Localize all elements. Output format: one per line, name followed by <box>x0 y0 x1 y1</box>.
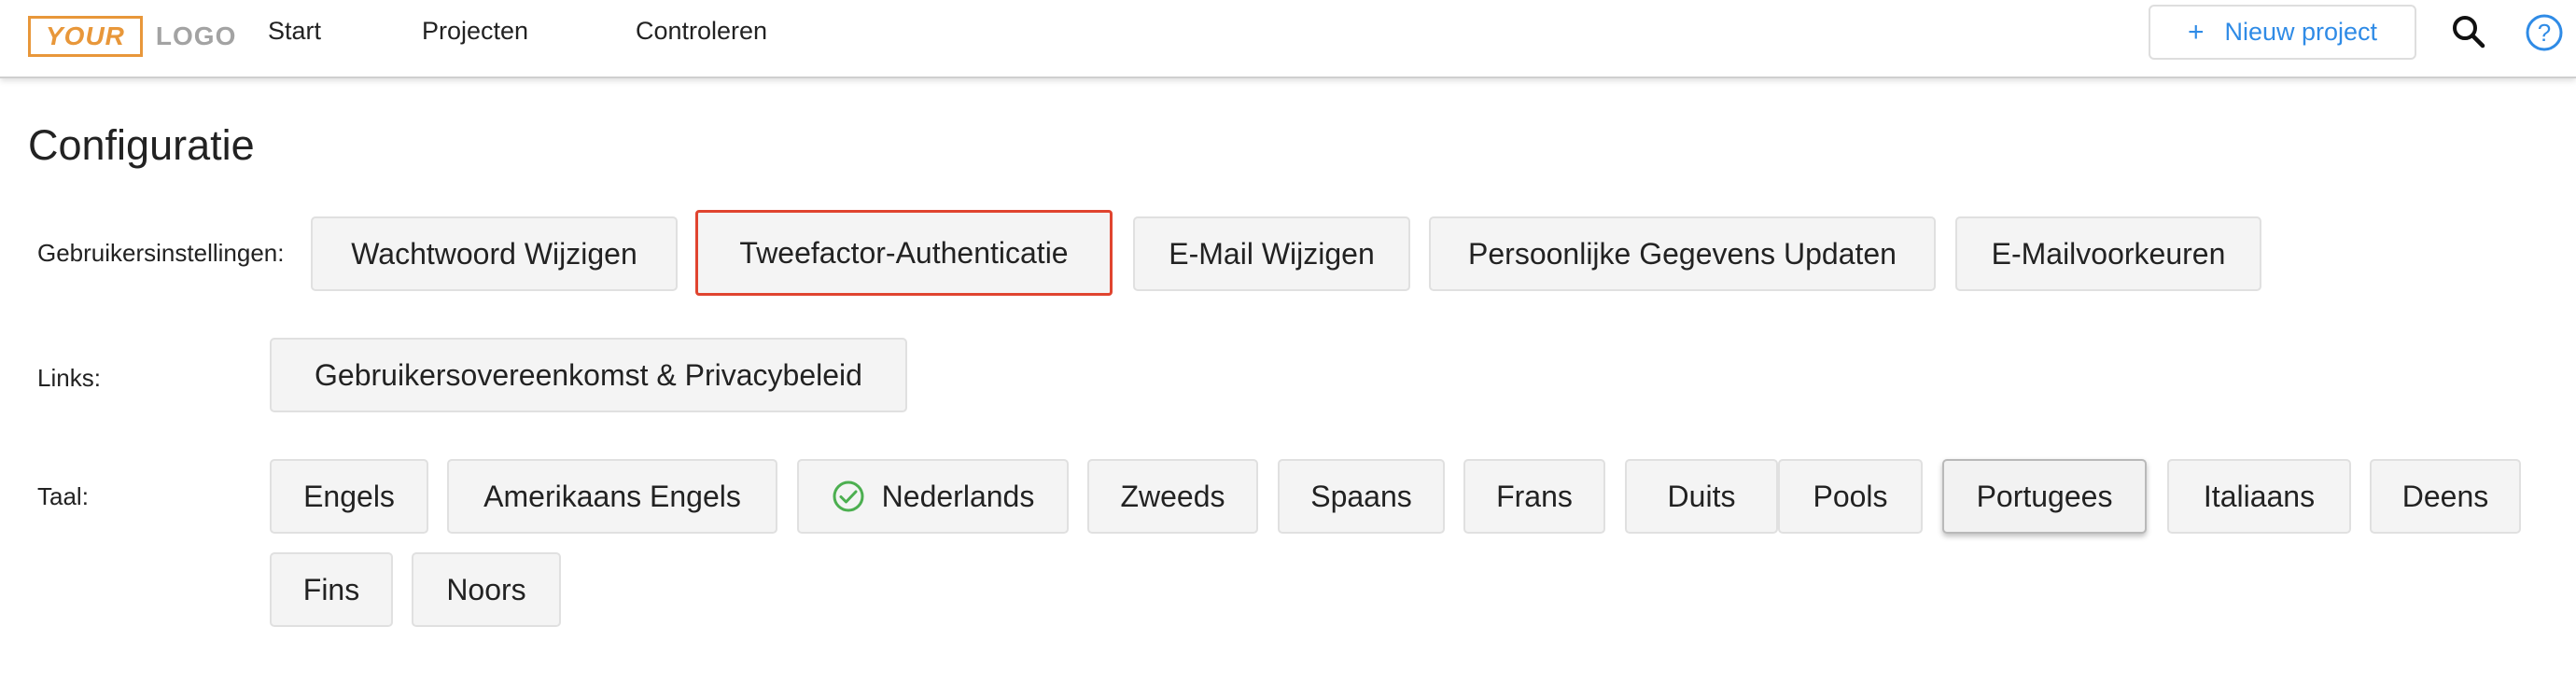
svg-text:?: ? <box>2538 19 2551 47</box>
nav-start[interactable]: Start <box>268 17 321 46</box>
change-password-button[interactable]: Wachtwoord Wijzigen <box>311 216 678 291</box>
language-option-noors[interactable]: Noors <box>412 552 561 627</box>
new-project-label: Nieuw project <box>2224 18 2378 46</box>
language-option-nederlands-label: Nederlands <box>881 479 1035 513</box>
update-personal-data-button[interactable]: Persoonlijke Gegevens Updaten <box>1429 216 1936 291</box>
language-option-pools[interactable]: Pools <box>1778 459 1923 534</box>
change-email-button[interactable]: E-Mail Wijzigen <box>1133 216 1410 291</box>
top-bar: YOUR LOGO Start Projecten Controleren + … <box>0 0 2576 78</box>
language-option-italiaans[interactable]: Italiaans <box>2167 459 2351 534</box>
language-option-fins[interactable]: Fins <box>270 552 393 627</box>
nav-controleren[interactable]: Controleren <box>636 17 767 46</box>
language-option-amerikaans-engels[interactable]: Amerikaans Engels <box>447 459 777 534</box>
page-title: Configuratie <box>28 121 255 169</box>
search-icon[interactable] <box>2450 13 2487 50</box>
language-option-duits[interactable]: Duits <box>1625 459 1778 534</box>
logo-your-text: YOUR <box>28 16 143 57</box>
user-agreement-privacy-button[interactable]: Gebruikersovereenkomst & Privacybeleid <box>270 338 907 412</box>
two-factor-auth-button[interactable]: Tweefactor-Authenticatie <box>695 210 1113 296</box>
language-option-frans[interactable]: Frans <box>1463 459 1605 534</box>
nav-projecten[interactable]: Projecten <box>422 17 528 46</box>
new-project-button[interactable]: + Nieuw project <box>2149 5 2416 60</box>
logo-logo-text: LOGO <box>155 21 237 50</box>
email-preferences-button[interactable]: E-Mailvoorkeuren <box>1955 216 2261 291</box>
language-option-engels[interactable]: Engels <box>270 459 428 534</box>
plus-icon: + <box>2187 16 2205 48</box>
language-option-zweeds[interactable]: Zweeds <box>1087 459 1258 534</box>
links-label: Links: <box>37 364 101 392</box>
logo[interactable]: YOUR LOGO <box>28 16 236 57</box>
language-option-spaans[interactable]: Spaans <box>1278 459 1445 534</box>
check-circle-icon <box>832 480 865 513</box>
help-icon[interactable]: ? <box>2525 13 2564 52</box>
user-settings-label: Gebruikersinstellingen: <box>37 239 285 267</box>
language-option-deens[interactable]: Deens <box>2370 459 2521 534</box>
language-option-nederlands[interactable]: Nederlands <box>797 459 1069 534</box>
language-label: Taal: <box>37 482 89 510</box>
language-option-portugees[interactable]: Portugees <box>1942 459 2147 534</box>
